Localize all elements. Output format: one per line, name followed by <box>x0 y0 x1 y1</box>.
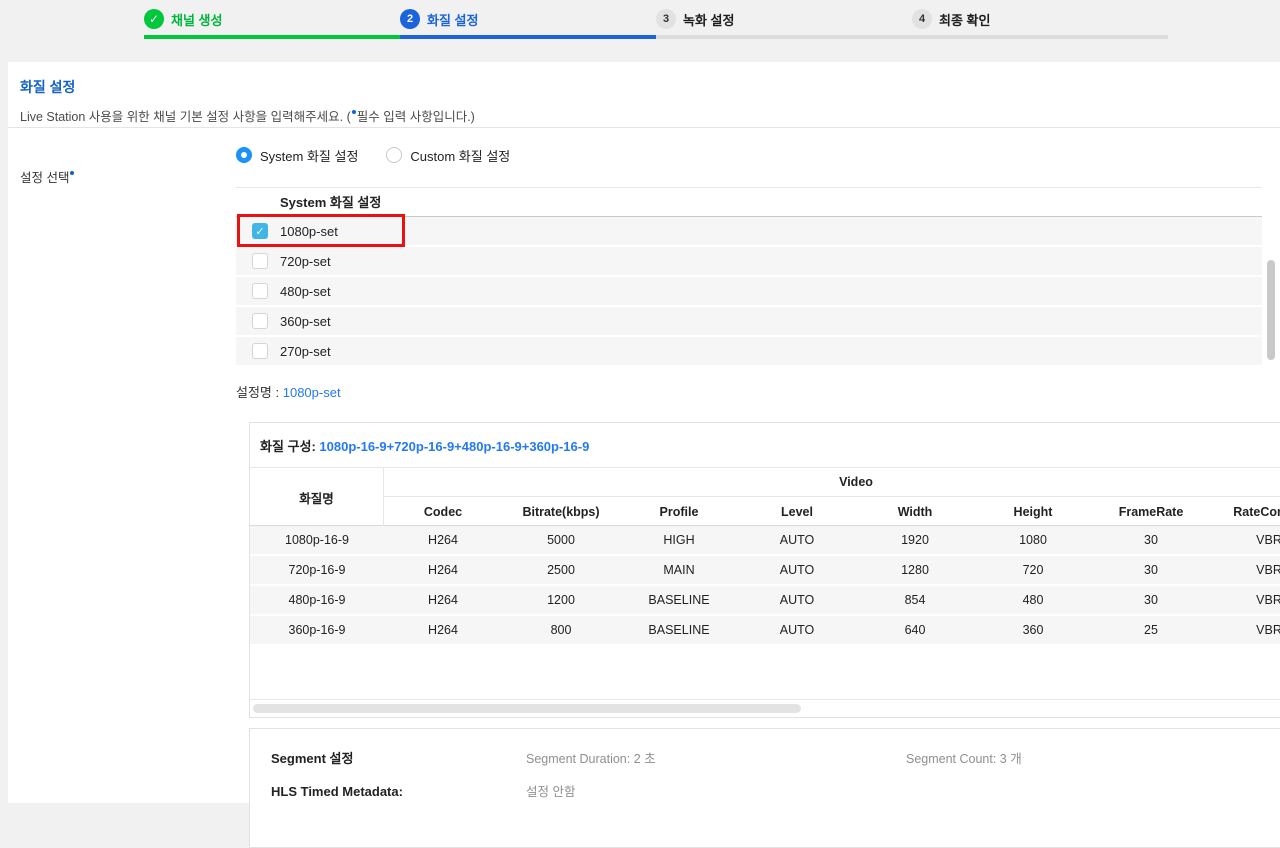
step-number-badge: 4 <box>912 9 932 29</box>
preset-row-270p-set[interactable]: 270p-set <box>236 337 1262 365</box>
table-row: 360p-16-9 H264 800 BASELINE AUTO 640 360… <box>250 616 1280 644</box>
quality-composition: 화질 구성: 1080p-16-9+720p-16-9+480p-16-9+36… <box>250 423 1280 467</box>
quality-mode-radio-group: System 화질 설정 Custom 화질 설정 <box>236 146 1280 164</box>
step-label: 채널 생성 <box>171 12 223 28</box>
checkbox-unchecked-icon[interactable] <box>252 253 268 269</box>
table-row: 1080p-16-9 H264 5000 HIGH AUTO 1920 1080… <box>250 526 1280 554</box>
preset-row-1080p-set[interactable]: ✓ 1080p-set <box>236 217 1262 245</box>
quality-table: 화질명 Video Codec Bitrate(kbps) Profile Le… <box>250 467 1280 700</box>
required-dot-icon <box>351 110 356 114</box>
subtitle-suffix: 필수 입력 사항입니다.) <box>356 110 475 124</box>
preset-row-360p-set[interactable]: 360p-set <box>236 307 1262 335</box>
preset-label[interactable]: 270p-set <box>280 344 331 359</box>
checkbox-unchecked-icon[interactable] <box>252 283 268 299</box>
col-profile: Profile <box>659 504 699 519</box>
subtitle-prefix: Live Station 사용을 위한 채널 기본 설정 사항을 입력해주세요.… <box>20 110 351 124</box>
quality-detail-box: 화질 구성: 1080p-16-9+720p-16-9+480p-16-9+36… <box>249 422 1280 718</box>
section-header: 화질 설정 Live Station 사용을 위한 채널 기본 설정 사항을 입… <box>8 62 1280 128</box>
page-title: 화질 설정 <box>20 79 76 95</box>
setting-select-label: 설정 선택 <box>20 167 75 186</box>
segment-settings-box: Segment 설정 Segment Duration: 2 초 Segment… <box>249 728 1280 848</box>
col-group-video-header: Video <box>384 468 1280 497</box>
col-level: Level <box>781 504 813 519</box>
preset-list-header: System 화질 설정 <box>236 187 1262 217</box>
col-name-header: 화질명 <box>250 468 384 526</box>
step-progress-bar <box>144 35 400 39</box>
wizard-stepper: ✓ 채널 생성 2 화질 설정 3 녹화 설정 4 최종 확인 <box>0 0 1280 62</box>
horizontal-scrollbar-thumb[interactable] <box>253 704 801 713</box>
step-label: 녹화 설정 <box>683 12 735 28</box>
col-framerate: FrameRate <box>1118 504 1184 519</box>
col-bitrate: Bitrate(kbps) <box>522 504 600 519</box>
checkbox-unchecked-icon[interactable] <box>252 343 268 359</box>
step-number-badge: 3 <box>656 9 676 29</box>
radio-custom-quality-label[interactable]: Custom 화질 설정 <box>410 146 510 165</box>
col-ratecontrol: RateControl <box>1233 504 1280 519</box>
required-dot-icon <box>70 171 75 175</box>
segment-count-value: Segment Count: 3 개 <box>906 752 1022 766</box>
preset-row-720p-set[interactable]: 720p-set <box>236 247 1262 275</box>
step-final-confirm[interactable]: 4 최종 확인 <box>912 8 1168 39</box>
step-channel-create[interactable]: ✓ 채널 생성 <box>144 8 400 39</box>
segment-settings-title: Segment 설정 <box>271 751 354 766</box>
preset-label[interactable]: 480p-set <box>280 284 331 299</box>
segment-duration-value: Segment Duration: 2 초 <box>526 752 656 766</box>
step-progress-bar <box>400 35 656 39</box>
vertical-scrollbar[interactable] <box>1267 260 1275 360</box>
quality-table-header: 화질명 Video Codec Bitrate(kbps) Profile Le… <box>250 468 1280 526</box>
composition-label: 화질 구성: <box>260 439 316 454</box>
hls-timed-metadata-label: HLS Timed Metadata: <box>271 784 403 799</box>
preset-label[interactable]: 720p-set <box>280 254 331 269</box>
preset-row-480p-set[interactable]: 480p-set <box>236 277 1262 305</box>
radio-custom-quality[interactable] <box>386 147 403 163</box>
page-subtitle: Live Station 사용을 위한 채널 기본 설정 사항을 입력해주세요.… <box>20 106 1280 125</box>
step-record-settings[interactable]: 3 녹화 설정 <box>656 8 912 39</box>
radio-system-quality-label[interactable]: System 화질 설정 <box>260 146 358 165</box>
col-height: Height <box>1013 504 1053 519</box>
checkbox-unchecked-icon[interactable] <box>252 313 268 329</box>
system-preset-list: System 화질 설정 ✓ 1080p-set 720p-set 480p-s… <box>236 187 1280 365</box>
table-row: 720p-16-9 H264 2500 MAIN AUTO 1280 720 3… <box>250 556 1280 584</box>
preset-name-label: 설정명 : <box>236 385 280 400</box>
content-card: 화질 설정 Live Station 사용을 위한 채널 기본 설정 사항을 입… <box>8 62 1280 848</box>
checkbox-checked-icon[interactable]: ✓ <box>252 223 268 239</box>
step-label: 화질 설정 <box>427 12 479 28</box>
step-progress-bar <box>656 35 912 39</box>
step-number-badge: 2 <box>400 9 420 29</box>
step-quality-settings[interactable]: 2 화질 설정 <box>400 8 656 39</box>
step-progress-bar <box>912 35 1168 39</box>
check-icon: ✓ <box>144 9 164 29</box>
hls-timed-metadata-value: 설정 안함 <box>526 785 576 799</box>
preset-label[interactable]: 360p-set <box>280 314 331 329</box>
table-row: 480p-16-9 H264 1200 BASELINE AUTO 854 48… <box>250 586 1280 614</box>
composition-value: 1080p-16-9+720p-16-9+480p-16-9+360p-16-9 <box>319 439 590 454</box>
selected-preset-name: 설정명 : 1080p-set <box>236 382 1280 401</box>
preset-label[interactable]: 1080p-set <box>280 224 338 239</box>
col-width: Width <box>897 504 933 519</box>
col-codec: Codec <box>423 504 463 519</box>
horizontal-scrollbar[interactable] <box>250 700 1280 717</box>
preset-name-value: 1080p-set <box>282 385 341 400</box>
step-label: 최종 확인 <box>939 12 991 28</box>
radio-system-quality[interactable] <box>236 147 252 163</box>
